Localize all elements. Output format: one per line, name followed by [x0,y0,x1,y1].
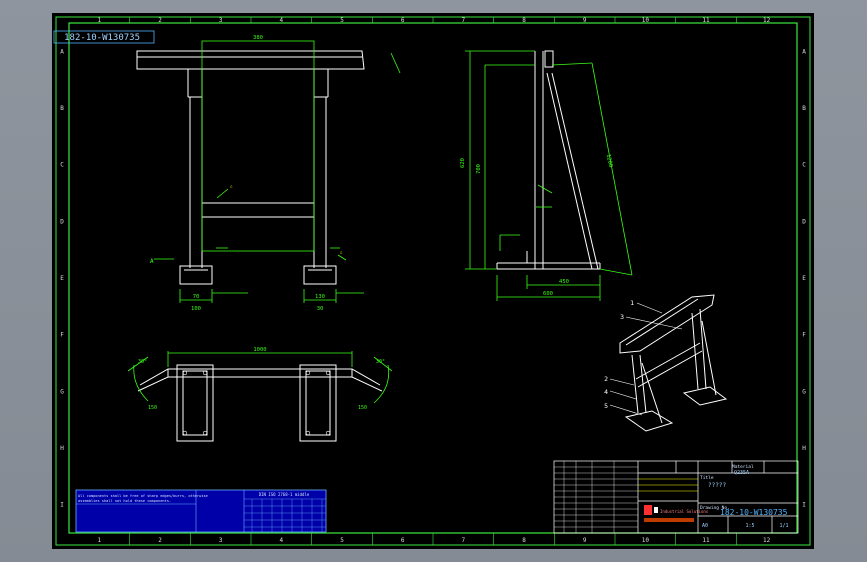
title-value: ????? [708,482,726,489]
inner-border [68,22,798,534]
logo-stripe [644,518,694,522]
zone-letter-label: F [60,332,64,339]
zone-letter-label: I [802,502,806,509]
front-foot-dim-3: 130 [315,294,325,300]
balloon-2: 2 [604,375,608,383]
revision-value: A0 [702,523,708,529]
company-logo [644,505,652,515]
front-view-dimensions [154,40,401,303]
weld-symbol-1: △ [230,183,233,188]
zone-number-label: 1 [98,17,102,24]
zone-number-label: 6 [401,17,405,24]
zone-number-label: 4 [280,537,284,544]
zone-number-label: 4 [280,17,284,24]
weld-symbol-2: △ [340,249,343,254]
front-foot-dim-4: 30 [317,306,324,312]
zone-number-label: 12 [763,537,771,544]
zone-letter-label: H [60,445,64,452]
zone-number-label: 5 [340,537,344,544]
front-view [136,50,365,285]
zone-letter-label: A [60,48,64,55]
zone-letter-label: G [802,388,806,395]
zone-number-label: 9 [583,537,587,544]
plan-view-holes [182,370,331,436]
drawing-no-value: 182-10-W130735 [720,508,788,517]
zone-number-label: 9 [583,17,587,24]
plan-view [137,364,383,442]
zone-letter-label: B [802,105,806,112]
zone-number-label: 2 [158,17,162,24]
zone-number-label: 7 [462,537,466,544]
notes-line-2: assemblies shall not hold these componen… [78,499,171,503]
zone-letter-label: B [60,105,64,112]
revision-grid [554,461,638,533]
drawing-canvas: 112233445566778899101011111212A AB BC CD DE E… [53,16,811,546]
company-name: Industrial Solutions [660,509,709,514]
zone-number-label: 1 [98,537,102,544]
title-label: Title [700,475,714,481]
plan-angle-1: 30° [138,359,147,365]
balloon-1: 1 [630,299,634,307]
corner-drawing-number: 182-10-W130735 [64,33,140,43]
zone-number-label: 11 [702,17,710,24]
zone-number-label: 8 [522,537,526,544]
balloon-4: 4 [604,388,608,396]
zone-letter-label: E [802,275,806,282]
zone-number-label: 6 [401,537,405,544]
zone-letter-label: G [60,388,64,395]
drawing-sheet: 1 1 2 2 3 3 4 4 5 5 6 6 7 7 8 8 9 9 10 10 11 11 12 12 A A B B C C D D E E… [52,13,814,549]
front-foot-dim-1: 70 [193,294,200,300]
zone-letter-label: H [802,445,806,452]
isometric-view [619,294,728,432]
sheet-value: 1/1 [779,523,788,529]
balloon-3: 3 [620,313,624,321]
side-view [496,50,601,270]
plan-dim-3: 150 [148,405,157,411]
section-mark: A [150,258,154,265]
zone-letter-label: F [802,332,806,339]
plan-angle-2: 30° [376,359,385,365]
front-top-dim: 380 [253,35,263,41]
zone-letter-label: D [60,218,64,225]
zone-letter-label: D [802,218,806,225]
side-dim-5: 450 [559,279,569,285]
side-dim-1: 620 [460,158,466,168]
scale-value: 1:5 [745,523,754,529]
zone-letter-label: A [802,48,806,55]
side-dim-4: 600 [543,291,553,297]
outer-border [55,16,811,546]
plan-top-dim: 1000 [253,347,266,353]
zone-letter-label: C [60,162,64,169]
zone-number-label: 3 [219,537,223,544]
zone-letter-label: E [60,275,64,282]
title-block-yellow-lines [638,478,698,492]
zone-number-label: 2 [158,537,162,544]
zone-number-label: 11 [702,537,710,544]
zone-number-label: 10 [642,537,650,544]
front-foot-dim-2: 100 [191,306,201,312]
zone-number-label: 8 [522,17,526,24]
zone-number-label: 10 [642,17,650,24]
side-dim-3: 1200 [605,154,614,168]
plan-dim-4: 150 [358,405,367,411]
balloon-5: 5 [604,402,608,410]
tolerance-title: DIN ISO 2768-1 middle [259,492,310,497]
zone-number-label: 7 [462,17,466,24]
zone-number-label: 5 [340,17,344,24]
cad-viewport[interactable]: 1 1 2 2 3 3 4 4 5 5 6 6 7 7 8 8 9 9 10 10 11 11 12 12 A A B B C C D D E E… [0,0,867,562]
zone-letter-label: I [60,502,64,509]
zone-number-label: 3 [219,17,223,24]
zone-letter-label: C [802,162,806,169]
zone-number-label: 12 [763,17,771,24]
side-dim-2: 700 [476,164,482,174]
zone-markers: 112233445566778899101011111212A AB BC CD DE E… [60,17,806,545]
notes-line-1: All components shall be free of sharp ed… [78,494,208,498]
material-value: Q235A [734,470,749,476]
